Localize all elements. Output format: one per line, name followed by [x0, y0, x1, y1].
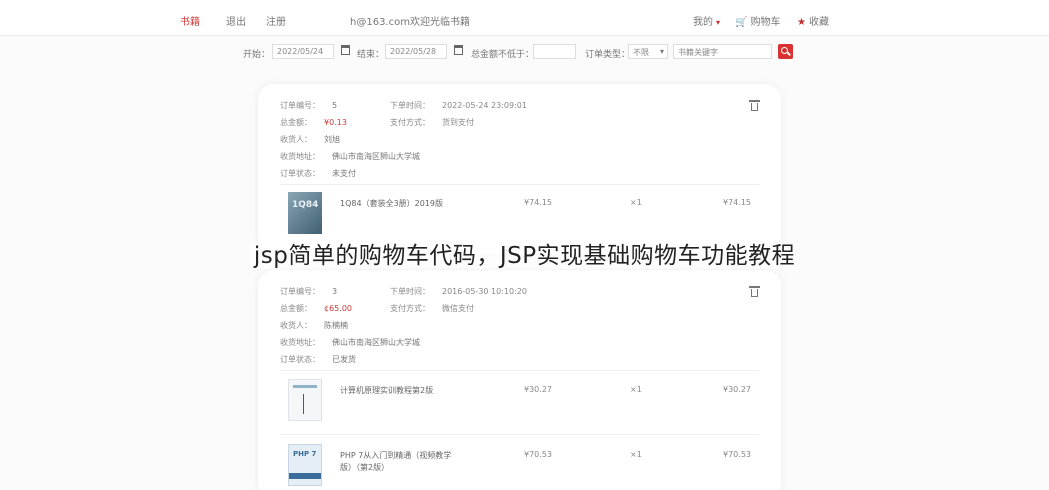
order-pay-row: 支付方式： 微信支付 — [390, 303, 474, 314]
order-receiver: 陈楠楠 — [324, 321, 348, 330]
top-navigation-bar: 书籍 退出 注册 h@163.com欢迎光临书籍 我的 ▾ 🛒 购物车 ★ 收藏 — [0, 0, 1049, 36]
end-date-label: 结束： — [357, 50, 385, 60]
start-date-label: 开始： — [243, 50, 271, 60]
order-card: 订单编号： 3 下单时间： 2016-05-30 10:10:20 总金额： ¢65.… — [258, 270, 781, 490]
book-cover-image[interactable]: 1Q84 — [288, 192, 322, 234]
order-id: 5 — [332, 101, 338, 110]
order-receiver: 刘旭 — [324, 135, 340, 144]
item-subtotal: ¥74.15 — [723, 198, 751, 207]
order-type-label: 订单类型： — [585, 50, 631, 60]
order-id: 3 — [332, 287, 338, 296]
keyword-search-input[interactable]: 书籍关键字 — [673, 44, 772, 59]
start-date-input[interactable]: 2022/05/24 — [272, 44, 334, 59]
order-address: 佛山市南海区狮山大学城 — [332, 152, 420, 161]
book-cover-image[interactable]: PHP 7 — [288, 444, 322, 486]
item-quantity: ×1 — [630, 385, 642, 394]
order-item: 1Q84 1Q84（套装全3册）2019版 ¥74.15 ×1 ¥74.15 — [280, 192, 759, 242]
order-address-row: 收货地址： 佛山市南海区狮山大学城 — [280, 337, 420, 348]
item-name[interactable]: 计算机原理实训教程第2版 — [340, 385, 433, 397]
order-card: 订单编号： 5 下单时间： 2022-05-24 23:09:01 总金额： ¥0.1… — [258, 84, 781, 254]
order-time: 2022-05-24 23:09:01 — [442, 101, 527, 110]
order-id-label: 订单编号： — [280, 287, 320, 296]
order-address-row: 收货地址： 佛山市南海区狮山大学城 — [280, 151, 420, 162]
order-address-label: 收货地址： — [280, 338, 320, 347]
order-status-row: 订单状态： 已发货 — [280, 354, 356, 365]
nav-mine-label: 我的 — [693, 17, 713, 28]
order-total-label: 总金额： — [280, 304, 312, 313]
order-time-row: 下单时间： 2022-05-24 23:09:01 — [390, 100, 527, 111]
delete-order-icon[interactable] — [749, 100, 760, 111]
order-status: 已发货 — [332, 355, 356, 364]
divider — [280, 370, 759, 371]
item-subtotal: ¥70.53 — [723, 450, 751, 459]
order-pay: 货到支付 — [442, 118, 474, 127]
order-status-label: 订单状态： — [280, 169, 320, 178]
order-pay: 微信支付 — [442, 304, 474, 313]
calendar-icon[interactable] — [341, 45, 350, 55]
item-price: ¥30.27 — [524, 385, 552, 394]
order-status: 未支付 — [332, 169, 356, 178]
item-quantity: ×1 — [630, 450, 642, 459]
order-time-label: 下单时间： — [390, 287, 430, 296]
min-amount-label: 总金额不低于： — [471, 50, 535, 60]
order-pay-label: 支付方式： — [390, 304, 430, 313]
item-subtotal: ¥30.27 — [723, 385, 751, 394]
order-total-label: 总金额： — [280, 118, 312, 127]
divider — [280, 434, 759, 435]
nav-register-link[interactable]: 注册 — [266, 13, 286, 28]
watermark-caption: jsp简单的购物车代码，JSP实现基础购物车功能教程 — [0, 236, 1049, 270]
order-time: 2016-05-30 10:10:20 — [442, 287, 527, 296]
order-id-row: 订单编号： 3 — [280, 286, 337, 297]
item-name[interactable]: PHP 7从入门到精通（视频教学版）（第2版） — [340, 450, 460, 474]
order-receiver-label: 收货人： — [280, 135, 312, 144]
nav-mine-menu[interactable]: 我的 ▾ — [693, 13, 720, 28]
order-total-row: 总金额： ¢65.00 — [280, 303, 352, 314]
order-address-label: 收货地址： — [280, 152, 320, 161]
delete-order-icon[interactable] — [749, 286, 760, 297]
order-receiver-row: 收货人： 刘旭 — [280, 134, 340, 145]
cart-icon: 🛒 — [735, 17, 748, 28]
book-cover-image[interactable] — [288, 379, 322, 421]
nav-cart-link[interactable]: 🛒 购物车 — [735, 13, 780, 28]
order-receiver-label: 收货人： — [280, 321, 312, 330]
end-date-input[interactable]: 2022/05/28 — [385, 44, 447, 59]
order-total-row: 总金额： ¥0.13 — [280, 117, 347, 128]
order-item: 计算机原理实训教程第2版 ¥30.27 ×1 ¥30.27 — [280, 379, 759, 429]
order-address: 佛山市南海区狮山大学城 — [332, 338, 420, 347]
order-time-row: 下单时间： 2016-05-30 10:10:20 — [390, 286, 527, 297]
item-name[interactable]: 1Q84（套装全3册）2019版 — [340, 198, 443, 210]
nav-favorites-link[interactable]: ★ 收藏 — [797, 13, 829, 28]
item-quantity: ×1 — [630, 198, 642, 207]
order-id-row: 订单编号： 5 — [280, 100, 337, 111]
item-price: ¥74.15 — [524, 198, 552, 207]
order-type-select[interactable]: 不限 ▾ — [628, 44, 668, 59]
order-status-row: 订单状态： 未支付 — [280, 168, 356, 179]
order-pay-row: 支付方式： 货到支付 — [390, 117, 474, 128]
divider — [280, 184, 759, 185]
order-status-label: 订单状态： — [280, 355, 320, 364]
nav-logout-link[interactable]: 退出 — [226, 13, 246, 28]
star-icon: ★ — [797, 17, 806, 28]
nav-cart-label: 购物车 — [750, 17, 781, 28]
order-type-value: 不限 — [633, 48, 649, 57]
order-id-label: 订单编号： — [280, 101, 320, 110]
watermark-text: jsp简单的购物车代码，JSP实现基础购物车功能教程 — [249, 243, 800, 269]
search-button[interactable] — [778, 44, 793, 59]
nav-home-link[interactable]: 书籍 — [180, 13, 200, 28]
calendar-icon[interactable] — [454, 45, 463, 55]
order-pay-label: 支付方式： — [390, 118, 430, 127]
chevron-down-icon: ▾ — [659, 47, 664, 56]
item-price: ¥70.53 — [524, 450, 552, 459]
order-time-label: 下单时间： — [390, 101, 430, 110]
order-total: ¥0.13 — [324, 118, 347, 127]
min-amount-input[interactable] — [533, 44, 576, 59]
chevron-down-icon: ▾ — [716, 18, 721, 27]
order-receiver-row: 收货人： 陈楠楠 — [280, 320, 348, 331]
welcome-user-text: h@163.com欢迎光临书籍 — [350, 17, 470, 28]
order-total: ¢65.00 — [324, 304, 352, 313]
nav-fav-label: 收藏 — [808, 17, 829, 28]
order-item: PHP 7 PHP 7从入门到精通（视频教学版）（第2版） ¥70.53 ×1 … — [280, 444, 759, 490]
order-filter-bar: 开始： 2022/05/24 结束： 2022/05/28 总金额不低于： 订单… — [0, 44, 1049, 60]
